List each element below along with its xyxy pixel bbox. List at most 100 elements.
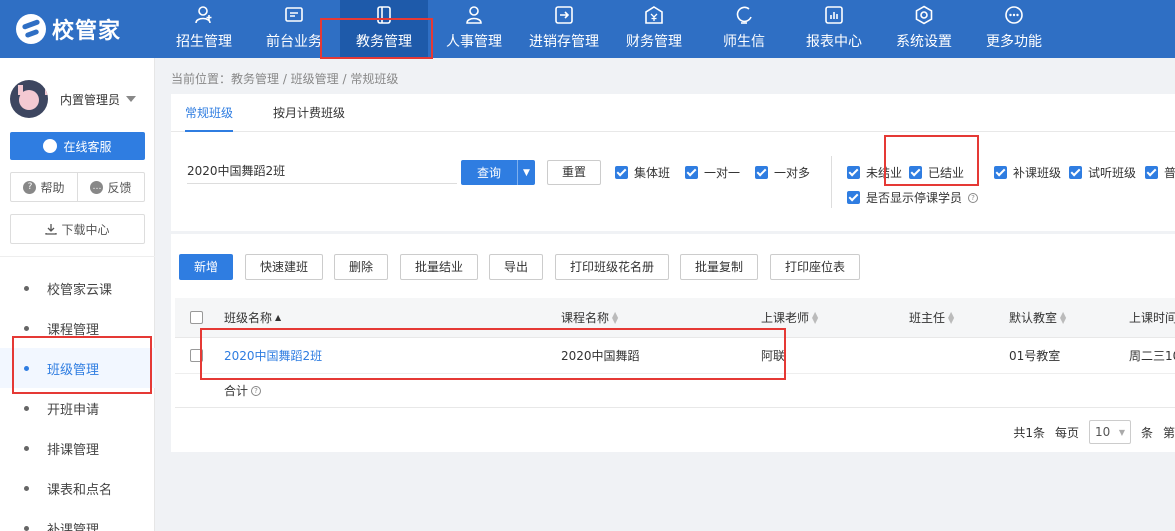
sidebar-item-label: 课表和点名: [47, 482, 113, 498]
app-logo[interactable]: 校管家: [16, 10, 121, 48]
person-icon: [466, 6, 482, 24]
bullet-icon: [24, 485, 29, 491]
query-button[interactable]: 查询 ▼: [461, 160, 535, 185]
user-name: 内置管理员: [60, 92, 121, 107]
filter-one-to-one[interactable]: 一对一: [685, 164, 740, 181]
chevron-down-icon[interactable]: ▼: [517, 160, 535, 185]
column-class-name[interactable]: 班级名称 ▲: [224, 298, 281, 337]
checkbox-label: 未结业: [866, 166, 903, 180]
class-search-input[interactable]: [187, 158, 457, 184]
sidebar-item-timetable-rollcall[interactable]: 课表和点名: [0, 468, 155, 508]
chat-icon: [43, 139, 58, 153]
checkbox-checked-icon: [909, 166, 922, 179]
tab-monthly-class[interactable]: 按月计费班级: [273, 94, 345, 132]
filter-one-to-many[interactable]: 一对多: [755, 164, 810, 181]
finance-icon: [645, 6, 663, 24]
download-icon: [45, 224, 58, 235]
sidebar: 内置管理员 在线客服 ? 帮助 … 反馈 下载中心 校管家云课 课程管理 班级管…: [0, 58, 155, 531]
batch-copy-button[interactable]: 批量复制: [680, 254, 758, 280]
page-size-select[interactable]: 10 ▼: [1088, 420, 1131, 444]
export-button[interactable]: 导出: [489, 254, 543, 280]
nav-label: 财务管理: [626, 34, 682, 50]
nav-label: 更多功能: [986, 34, 1042, 50]
sidebar-item-label: 课程管理: [47, 322, 100, 338]
nav-label: 教务管理: [356, 34, 412, 50]
sidebar-item-scheduling[interactable]: 排课管理: [0, 428, 155, 468]
bullet-icon: [24, 445, 29, 451]
bullet-icon: [24, 525, 29, 531]
divider: [831, 156, 832, 208]
help-icon[interactable]: ?: [251, 385, 262, 396]
download-center-button[interactable]: 下载中心: [10, 214, 145, 244]
nav-item-academic[interactable]: 教务管理: [340, 0, 428, 58]
per-page-unit: 条: [1140, 425, 1153, 440]
sort-asc-icon: ▲: [275, 312, 282, 322]
tab-regular-class[interactable]: 常规班级: [185, 94, 234, 132]
delete-button[interactable]: 删除: [334, 254, 388, 280]
quick-create-button[interactable]: 快速建班: [245, 254, 323, 280]
avatar: [10, 80, 48, 118]
add-button[interactable]: 新增: [179, 254, 233, 280]
nav-item-more[interactable]: 更多功能: [970, 0, 1058, 58]
row-checkbox[interactable]: [190, 338, 203, 373]
nav-item-reports[interactable]: 报表中心: [790, 0, 878, 58]
nav-item-messages[interactable]: 师生信: [700, 0, 788, 58]
sidebar-item-label: 班级管理: [47, 362, 100, 378]
chevron-down-icon: ▼: [1118, 427, 1125, 437]
column-label: 默认教室: [1009, 311, 1058, 325]
print-seat-chart-button[interactable]: 打印座位表: [770, 254, 860, 280]
time-cell: 周二三10: [1129, 349, 1175, 363]
sidebar-item-cloud-course[interactable]: 校管家云课: [0, 268, 155, 308]
checkbox-label: 已结业: [928, 166, 965, 180]
sidebar-item-class-management[interactable]: 班级管理: [0, 348, 155, 388]
top-navigation: 校管家 招生管理 前台业务 教务管理 人事管理 进销存管理 财务管理 师生信 报…: [0, 0, 1175, 58]
nav-item-finance[interactable]: 财务管理: [610, 0, 698, 58]
nav-item-admissions[interactable]: 招生管理: [160, 0, 248, 58]
sidebar-item-course-management[interactable]: 课程管理: [0, 308, 155, 348]
filter-not-graduated[interactable]: 未结业: [847, 164, 902, 181]
nav-item-front-desk[interactable]: 前台业务: [250, 0, 338, 58]
column-classroom[interactable]: 默认教室 ▲ ▼: [1009, 298, 1066, 337]
filter-show-stopped-students[interactable]: 是否显示停课学员?: [847, 189, 979, 206]
user-menu[interactable]: 内置管理员: [10, 80, 137, 118]
nav-item-hr[interactable]: 人事管理: [430, 0, 518, 58]
breadcrumb: 当前位置：教务管理 / 班级管理 / 常规班级: [171, 72, 399, 86]
online-service-label: 在线客服: [63, 139, 112, 154]
column-teacher[interactable]: 上课老师 ▲ ▼: [761, 298, 818, 337]
help-button[interactable]: ? 帮助: [11, 173, 77, 201]
user-plus-icon: [195, 6, 212, 24]
select-all-checkbox[interactable]: [190, 298, 203, 337]
sidebar-item-makeup-class[interactable]: 补课管理: [0, 508, 155, 531]
filter-group-class[interactable]: 集体班: [615, 164, 670, 181]
page-jump-label: 第: [1162, 425, 1175, 440]
nav-item-settings[interactable]: 系统设置: [880, 0, 968, 58]
online-service-button[interactable]: 在线客服: [10, 132, 145, 160]
checkbox-label: 一对一: [704, 166, 741, 180]
help-icon[interactable]: ?: [968, 192, 979, 203]
sidebar-item-class-application[interactable]: 开班申请: [0, 388, 155, 428]
settings-icon: [915, 5, 933, 25]
nav-item-inventory[interactable]: 进销存管理: [520, 0, 608, 58]
feedback-button[interactable]: … 反馈: [77, 173, 144, 201]
sort-icon: ▲ ▼: [812, 309, 819, 325]
message-icon: [736, 6, 752, 24]
class-name-link[interactable]: 2020中国舞蹈2班: [224, 338, 322, 373]
print-roster-button[interactable]: 打印班级花名册: [555, 254, 669, 280]
column-time[interactable]: 上课时间: [1129, 298, 1175, 337]
column-head-teacher[interactable]: 班主任 ▲ ▼: [909, 298, 954, 337]
column-course-name[interactable]: 课程名称 ▲ ▼: [561, 298, 618, 337]
query-label: 查询: [476, 166, 501, 180]
filter-trial-class[interactable]: 试听班级: [1069, 164, 1136, 181]
column-label: 班主任: [909, 311, 946, 325]
filter-makeup-class[interactable]: 补课班级: [994, 164, 1061, 181]
table-row[interactable]: 2020中国舞蹈2班 2020中国舞蹈 阿联 01号教室 周二三10: [175, 338, 1175, 374]
course-name-cell: 2020中国舞蹈: [561, 349, 640, 363]
more-icon: [1005, 6, 1023, 24]
checkbox-label: 试听班级: [1088, 166, 1137, 180]
batch-graduate-button[interactable]: 批量结业: [400, 254, 478, 280]
table-header: 班级名称 ▲ 课程名称 ▲ ▼ 上课老师 ▲ ▼ 班主任 ▲ ▼ 默认教室 ▲ ▼ 上课时间: [175, 298, 1175, 338]
filter-graduated[interactable]: 已结业: [909, 164, 964, 181]
feedback-label: 反馈: [107, 180, 132, 195]
filter-regular[interactable]: 普: [1145, 164, 1175, 181]
reset-button[interactable]: 重置: [547, 160, 601, 185]
